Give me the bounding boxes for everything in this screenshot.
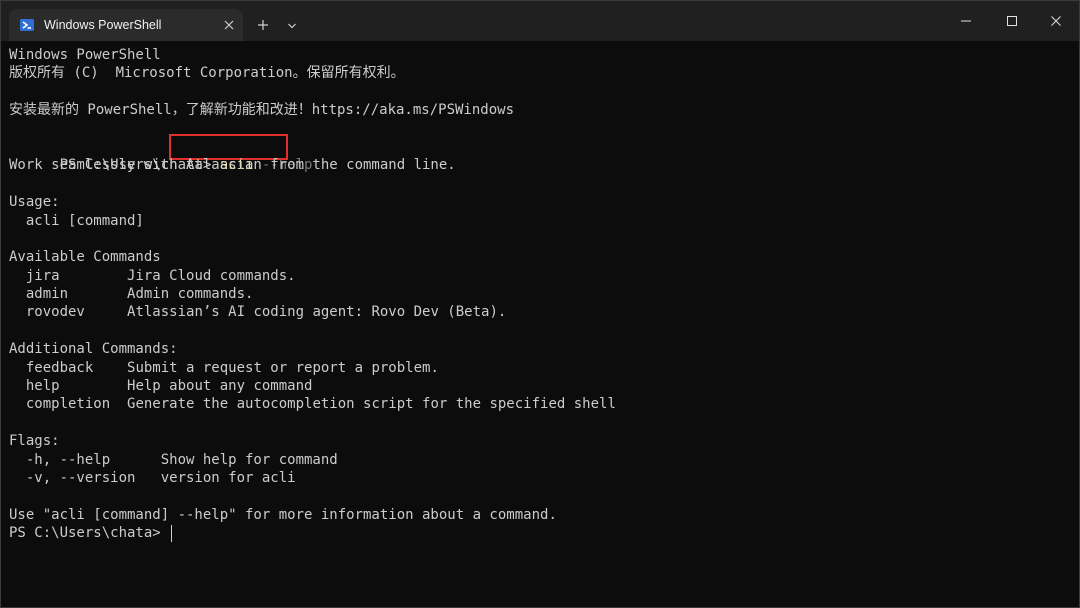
footer-line: Use "acli [command] --help" for more inf…: [9, 506, 557, 523]
command-row-desc: Help about any command: [127, 378, 313, 395]
command-row: feedback Submit a request or report a pr…: [9, 359, 1073, 377]
command-row-name: feedback: [9, 359, 128, 376]
command-row-desc: Submit a request or report a problem.: [127, 359, 439, 376]
text-cursor: [171, 524, 173, 542]
tab-title: Windows PowerShell: [44, 18, 162, 32]
command-row-name: admin: [9, 286, 128, 303]
flag-row-desc: Show help for command: [160, 451, 338, 468]
command-row: completion Generate the autocompletion s…: [9, 395, 1073, 413]
maximize-button[interactable]: [989, 1, 1035, 41]
command-row-name: rovodev: [9, 304, 128, 321]
flag-row: -v, --version version for acli: [9, 469, 1073, 487]
additional-commands-header: Additional Commands:: [9, 341, 178, 358]
available-commands-header: Available Commands: [9, 249, 161, 266]
command-row-desc: Generate the autocompletion script for t…: [127, 396, 616, 413]
command-row: jira Jira Cloud commands.: [9, 267, 1073, 285]
close-icon: [1050, 12, 1062, 31]
new-tab-button[interactable]: [251, 13, 275, 37]
title-bar[interactable]: Windows PowerShell: [1, 1, 1079, 41]
header-line-1: Windows PowerShell: [9, 47, 161, 63]
minimize-icon: [960, 12, 972, 31]
final-prompt-line[interactable]: PS C:\Users\chata>: [9, 524, 1073, 542]
command-line: PS C:\Users\chata> acli --help: [9, 133, 1073, 173]
description-line: Work seamlessly with Atlassian from the …: [9, 157, 456, 174]
command-row: help Help about any command: [9, 377, 1073, 395]
command-row-name: jira: [9, 267, 128, 284]
flag-row-name: -h, --help: [9, 451, 161, 468]
command-row-name: completion: [9, 396, 128, 413]
powershell-icon: [19, 17, 35, 33]
command-row-desc: Atlassian’s AI coding agent: Rovo Dev (B…: [127, 304, 507, 321]
chevron-down-icon: [287, 16, 297, 35]
header-line-2: 版权所有 (C) Microsoft Corporation。保留所有权利。: [9, 65, 405, 82]
flag-row-desc: version for acli: [160, 469, 296, 486]
close-window-button[interactable]: [1033, 1, 1079, 41]
tab-dropdown-button[interactable]: [283, 13, 301, 37]
close-tab-icon[interactable]: [221, 17, 237, 33]
command-row-desc: Admin commands.: [127, 286, 254, 303]
terminal-output[interactable]: Windows PowerShell 版权所有 (C) Microsoft Co…: [9, 46, 1073, 602]
usage-header: Usage:: [9, 194, 60, 211]
maximize-icon: [1006, 12, 1018, 31]
plus-icon: [257, 16, 269, 35]
tab-windows-powershell[interactable]: Windows PowerShell: [9, 9, 243, 41]
terminal-window: Windows PowerShell Windows PowerShell 版权…: [0, 0, 1080, 608]
install-hint-line: 安装最新的 PowerShell，了解新功能和改进！https://aka.ms…: [9, 102, 515, 119]
command-row: rovodev Atlassian’s AI coding agent: Rov…: [9, 303, 1073, 321]
command-row-desc: Jira Cloud commands.: [127, 267, 296, 284]
flags-header: Flags:: [9, 433, 60, 450]
flag-row-name: -v, --version: [9, 469, 161, 486]
prompt: PS C:\Users\chata>: [9, 525, 170, 542]
usage-line: acli [command]: [9, 212, 144, 229]
minimize-button[interactable]: [943, 1, 989, 41]
command-row: admin Admin commands.: [9, 285, 1073, 303]
flag-row: -h, --help Show help for command: [9, 451, 1073, 469]
command-row-name: help: [9, 378, 128, 395]
